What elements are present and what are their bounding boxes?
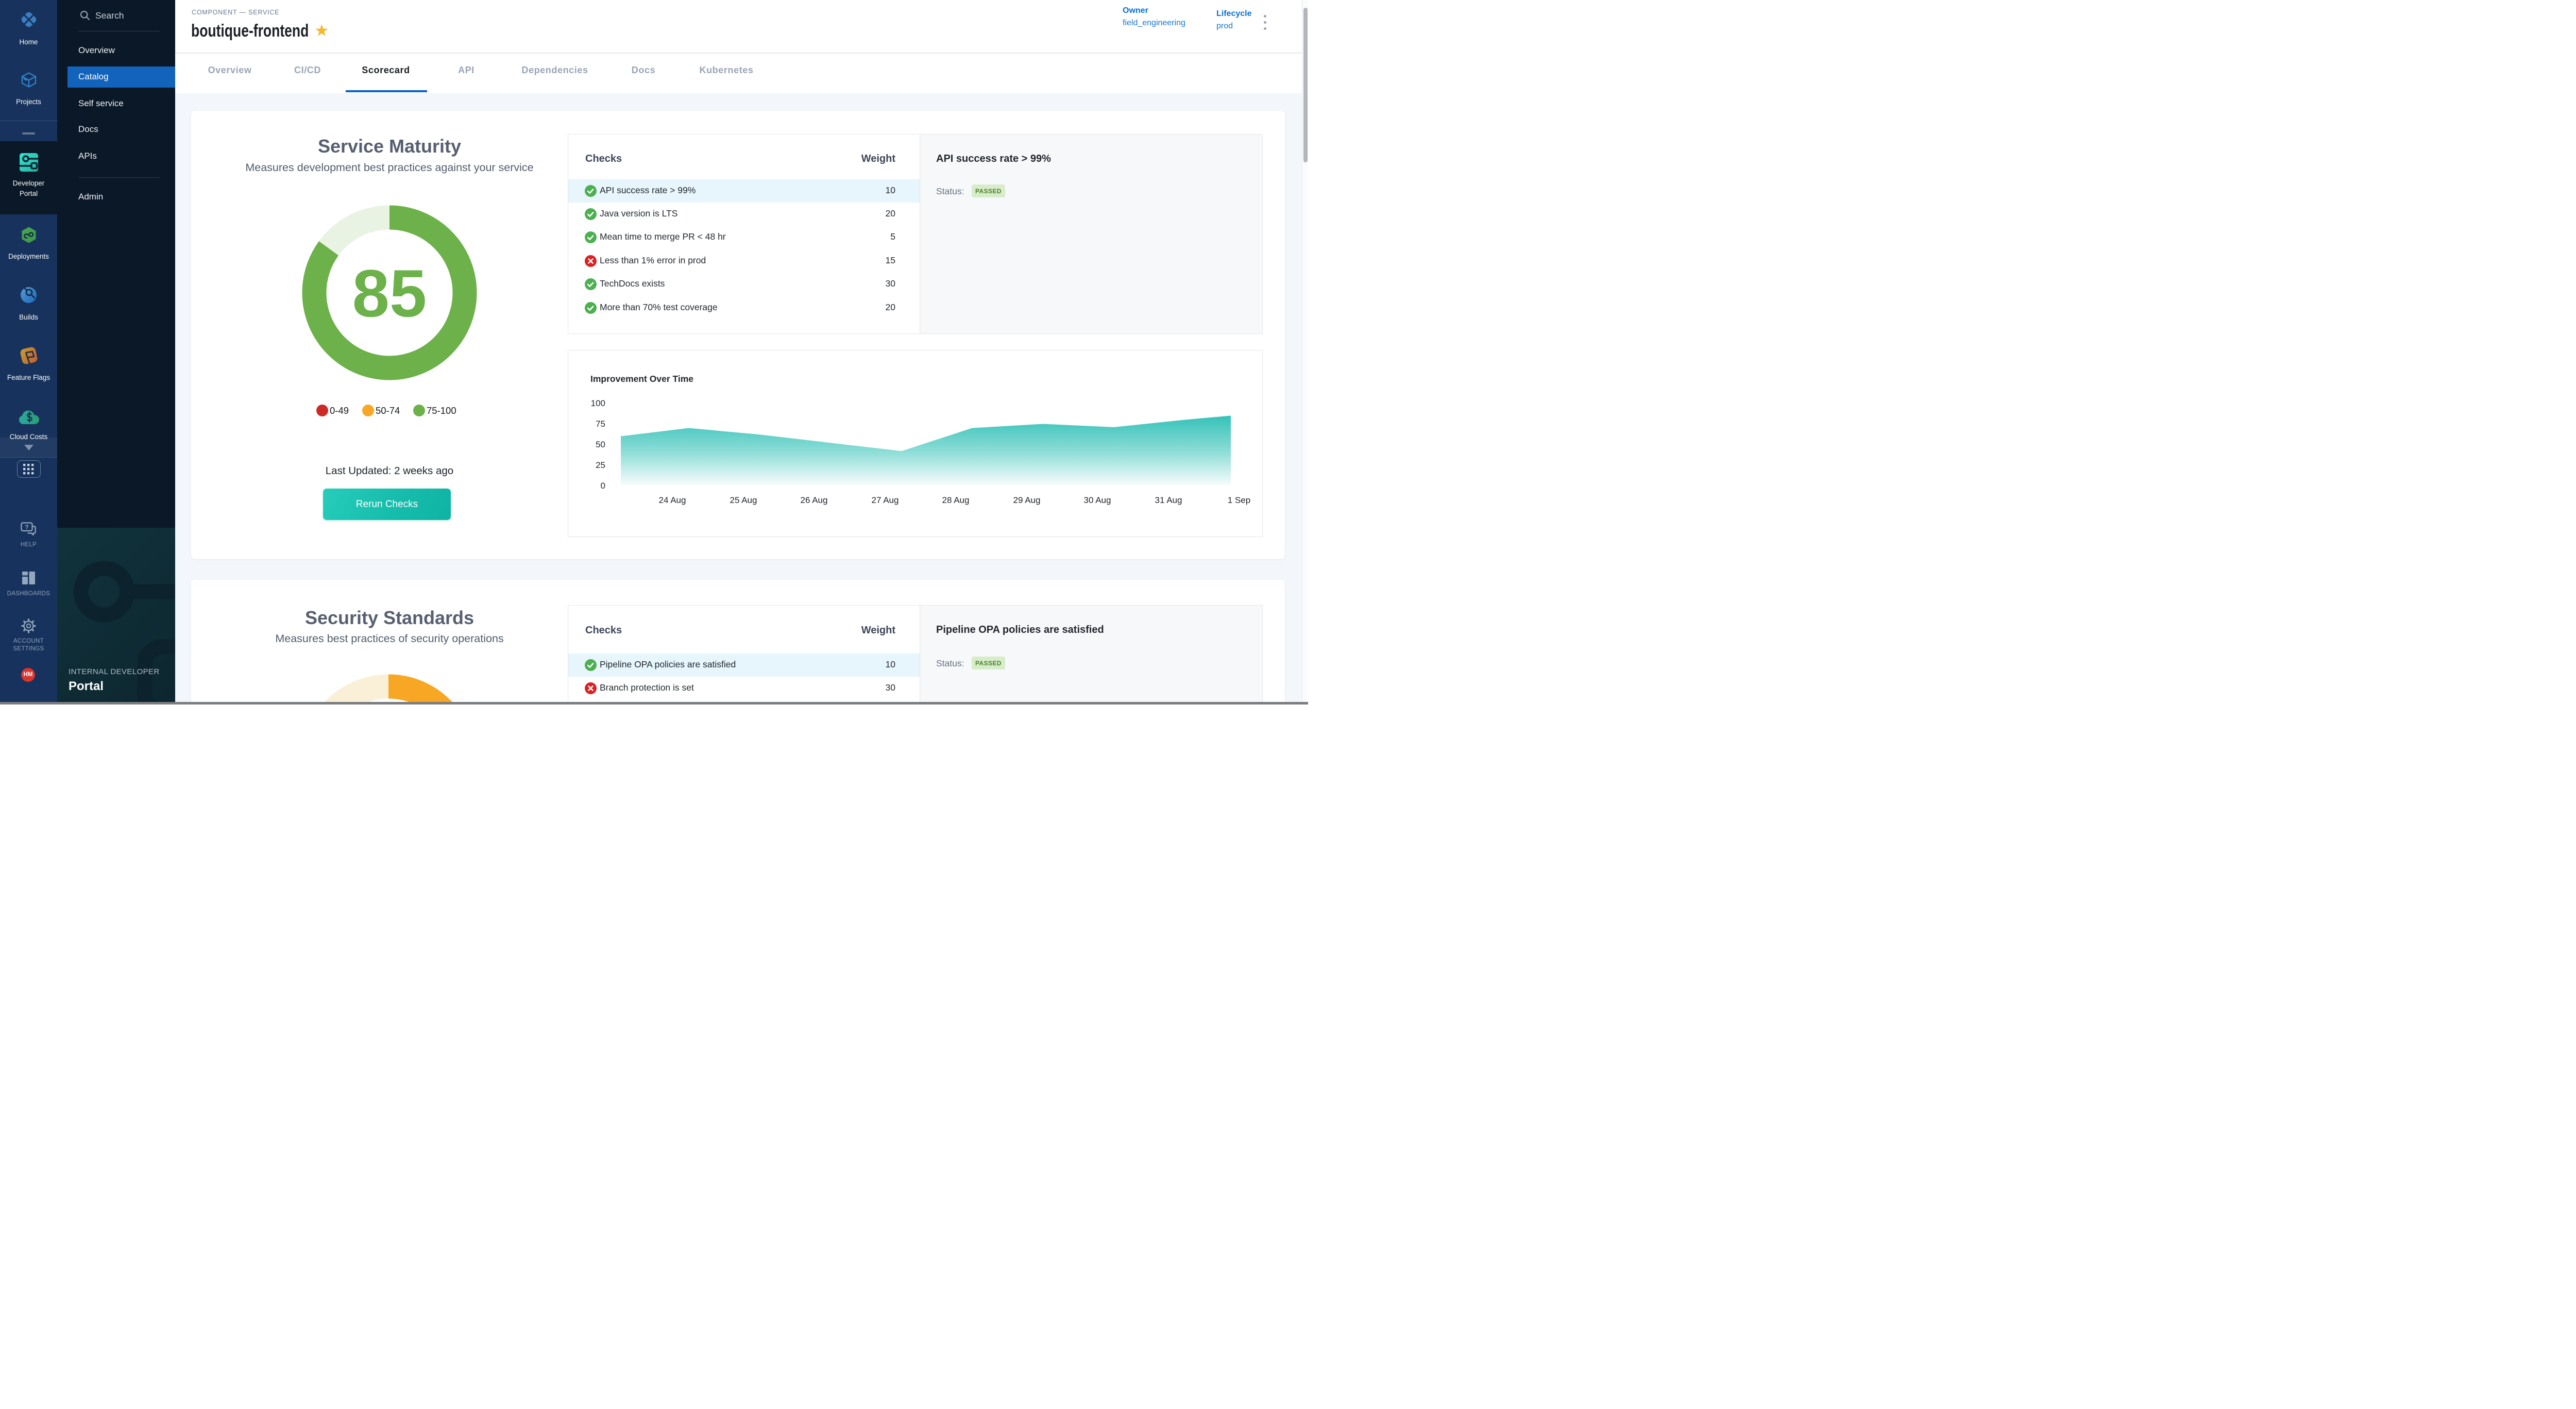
svg-text:25: 25 — [596, 460, 605, 470]
svg-text:75: 75 — [596, 419, 605, 429]
svg-text:29 Aug: 29 Aug — [1013, 495, 1041, 505]
svg-text:24 Aug: 24 Aug — [659, 495, 686, 505]
svg-text:1 Sep: 1 Sep — [1228, 495, 1250, 505]
svg-text:0: 0 — [601, 481, 605, 491]
svg-text:27 Aug: 27 Aug — [872, 495, 899, 505]
svg-text:?: ? — [25, 524, 28, 531]
svg-text:28 Aug: 28 Aug — [942, 495, 970, 505]
svg-text:50: 50 — [596, 440, 605, 449]
svg-text:26 Aug: 26 Aug — [801, 495, 828, 505]
svg-text:31 Aug: 31 Aug — [1155, 495, 1182, 505]
svg-text:100: 100 — [591, 398, 605, 408]
svg-text:85: 85 — [352, 256, 427, 331]
svg-text:25 Aug: 25 Aug — [730, 495, 757, 505]
svg-text:30 Aug: 30 Aug — [1084, 495, 1111, 505]
